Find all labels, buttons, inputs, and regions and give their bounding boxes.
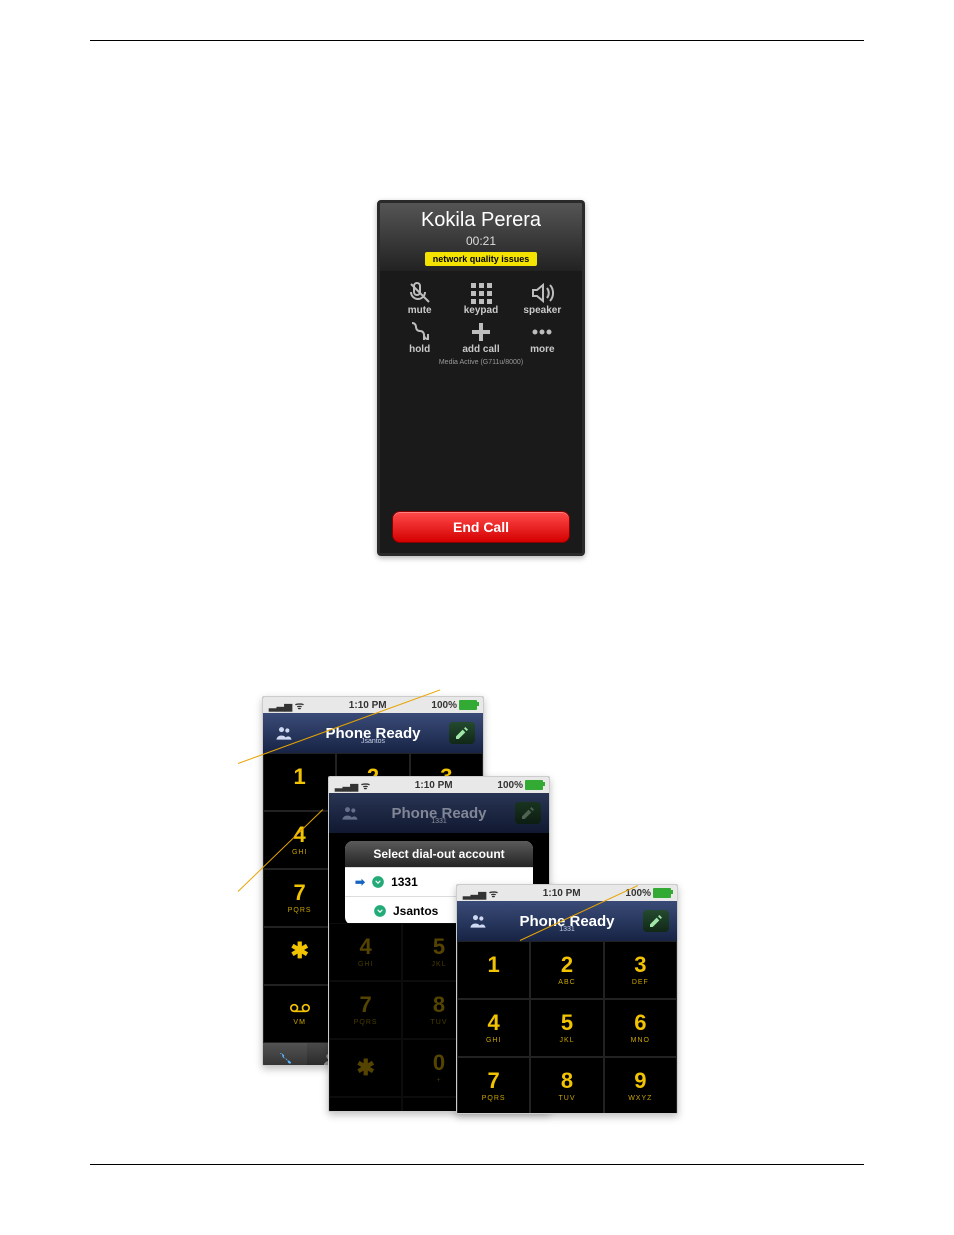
key-4[interactable]: 4GHI <box>457 999 530 1057</box>
nav-bar: Phone Ready Jsantos <box>263 713 483 753</box>
hold-icon <box>406 320 434 344</box>
key-4[interactable]: 4GHI <box>263 811 336 869</box>
signal-icon: ▂▃▅ ᯤ <box>335 778 370 792</box>
speaker-button[interactable]: speaker <box>523 281 561 316</box>
key-6[interactable]: 6MNO <box>604 999 677 1057</box>
key-7[interactable]: 7PQRS <box>457 1057 530 1114</box>
caller-name: Kokila Perera <box>380 209 582 232</box>
battery-icon <box>525 780 543 790</box>
status-time: 1:10 PM <box>543 888 581 899</box>
phone-icon <box>277 1051 293 1067</box>
key-3[interactable]: 3DEF <box>604 941 677 999</box>
end-call-button[interactable]: End Call <box>392 511 570 543</box>
status-bar: ▂▃▅ ᯤ 1:10 PM 100% <box>263 697 483 713</box>
speaker-icon <box>528 281 556 305</box>
key-8[interactable]: 8TUV <box>530 1057 603 1114</box>
keypad-icon <box>467 281 495 305</box>
in-call-screenshot: Kokila Perera 00:21 network quality issu… <box>377 200 585 556</box>
horizontal-rule-bottom <box>90 1164 864 1165</box>
nav-bar: Phone Ready 1331 <box>457 901 677 941</box>
add-call-button[interactable]: add call <box>462 320 499 355</box>
selected-arrow-icon: ➡ <box>355 875 365 889</box>
horizontal-rule-top <box>90 40 864 41</box>
nav-account: 1331 <box>457 926 677 933</box>
signal-icon: ▂▃▅ ᯤ <box>463 886 498 900</box>
key-2[interactable]: 2ABC <box>530 941 603 999</box>
key-7[interactable]: 7PQRS <box>263 869 336 927</box>
plus-icon <box>467 320 495 344</box>
hold-button[interactable]: hold <box>406 320 434 355</box>
status-time: 1:10 PM <box>415 780 453 791</box>
battery-icon <box>653 888 671 898</box>
account-icon <box>373 904 387 918</box>
status-bar: ▂▃▅ ᯤ 1:10 PM 100% <box>457 885 677 901</box>
dial-keypad: 1 2ABC 3DEF 4GHI 5JKL 6MNO 7PQRS 8TUV 9W… <box>457 941 677 1114</box>
more-button[interactable]: more <box>528 320 556 355</box>
more-icon <box>528 320 556 344</box>
call-duration: 00:21 <box>380 234 582 248</box>
voicemail-button[interactable]: VM <box>263 985 336 1043</box>
voicemail-icon <box>290 1002 310 1016</box>
media-status: Media Active (G711u/8000) <box>380 359 582 366</box>
key-1[interactable]: 1 <box>263 753 336 811</box>
nav-account: 1331 <box>329 818 549 825</box>
key-1[interactable]: 1 <box>457 941 530 999</box>
modal-title: Select dial-out account <box>345 841 533 867</box>
nav-bar: Phone Ready 1331 <box>329 793 549 833</box>
battery-icon <box>459 700 477 710</box>
account-icon <box>371 875 385 889</box>
status-bar: ▂▃▅ ᯤ 1:10 PM 100% <box>329 777 549 793</box>
signal-icon: ▂▃▅ ᯤ <box>269 698 304 712</box>
key-5[interactable]: 5JKL <box>530 999 603 1057</box>
mute-button[interactable]: mute <box>406 281 434 316</box>
network-quality-badge: network quality issues <box>425 252 538 266</box>
tab-phone[interactable]: Phone <box>263 1043 307 1066</box>
status-time: 1:10 PM <box>349 700 387 711</box>
mute-icon <box>406 281 434 305</box>
key-9[interactable]: 9WXYZ <box>604 1057 677 1114</box>
key-star[interactable]: ✱ <box>263 927 336 985</box>
keypad-button[interactable]: keypad <box>464 281 498 316</box>
